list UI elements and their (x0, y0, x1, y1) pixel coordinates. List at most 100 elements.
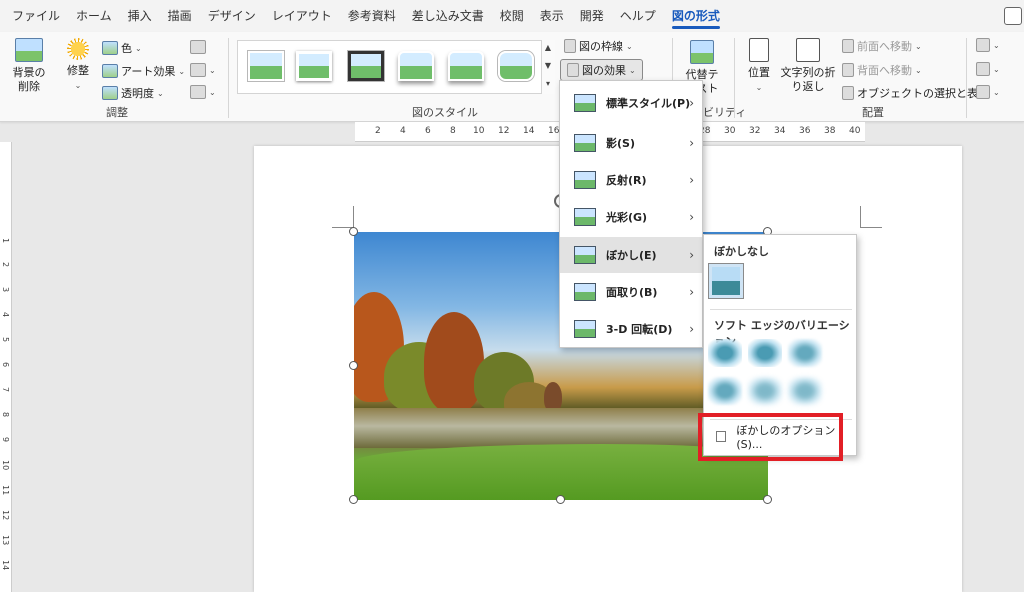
chevron-down-icon: ⌄ (178, 66, 186, 76)
align-button[interactable]: ⌄ (976, 38, 1000, 52)
soft-edge-variation[interactable] (788, 339, 822, 367)
chevron-right-icon: › (689, 173, 694, 187)
menu-item-key: (S) (617, 137, 635, 150)
tab-help[interactable]: ヘルプ (612, 0, 664, 32)
remove-background-button[interactable]: 背景の 削除 (8, 38, 50, 94)
position-label: 位置 (748, 66, 770, 79)
align-icon (976, 38, 990, 52)
chevron-down-icon: ⌄ (209, 87, 216, 97)
compress-pictures-button[interactable] (190, 40, 206, 54)
menu-item-bevel[interactable]: 面取り(B) › (560, 274, 702, 310)
soft-edge-variation[interactable] (748, 377, 782, 405)
menu-item-preset[interactable]: 標準スタイル(P) › (560, 85, 702, 121)
tab-references[interactable]: 参考資料 (340, 0, 404, 32)
bring-forward-icon (842, 39, 854, 53)
ruler-number: 4 (400, 126, 406, 136)
change-picture-button[interactable]: ⌄ (190, 63, 216, 77)
soft-edges-icon (574, 246, 596, 264)
chevron-right-icon: › (689, 136, 694, 150)
style-thumbnail[interactable] (498, 51, 534, 81)
resize-handle[interactable] (349, 361, 358, 370)
ruler-number: 6 (1, 362, 10, 368)
chevron-right-icon: › (689, 96, 694, 110)
resize-handle[interactable] (763, 495, 772, 504)
menu-item-glow[interactable]: 光彩(G) › (560, 199, 702, 235)
chevron-right-icon: › (689, 248, 694, 262)
menu-item-key: (G) (628, 211, 648, 224)
chevron-down-icon: ⌄ (993, 40, 1000, 50)
position-button[interactable]: 位置 ⌄ (742, 38, 776, 95)
no-soft-edge-option[interactable] (708, 263, 744, 299)
wrap-text-label: 文字列の折 り返し (780, 66, 836, 93)
ruler-number: 10 (1, 460, 10, 471)
reset-picture-button[interactable]: ⌄ (190, 85, 216, 99)
tab-layout[interactable]: レイアウト (264, 0, 340, 32)
group-objects-button[interactable]: ⌄ (976, 62, 1000, 76)
resize-handle[interactable] (556, 495, 565, 504)
tab-review[interactable]: 校閲 (492, 0, 532, 32)
tab-developer[interactable]: 開発 (572, 0, 612, 32)
tab-draw[interactable]: 描画 (160, 0, 200, 32)
picture-border-button[interactable]: 図の枠線 ⌄ (564, 38, 633, 54)
vertical-ruler[interactable]: 1 2 3 4 5 6 7 8 9 10 11 12 13 14 (0, 142, 12, 592)
resize-handle[interactable] (349, 495, 358, 504)
corrections-button[interactable]: 修整 ⌄ (60, 38, 96, 93)
gallery-scroll[interactable]: ▲ ▼ ▾ (541, 40, 555, 94)
resize-handle[interactable] (349, 227, 358, 236)
selection-pane-icon (842, 86, 854, 100)
chevron-down-icon: ⌄ (157, 88, 164, 98)
chevron-down-icon: ⌄ (626, 41, 633, 51)
send-backward-label: 背面へ移動 (857, 64, 912, 77)
wrap-text-button[interactable]: 文字列の折 り返し (780, 38, 836, 94)
chevron-down-icon: ⌄ (993, 87, 1000, 97)
tab-mailings[interactable]: 差し込み文書 (404, 0, 492, 32)
style-thumbnail[interactable] (448, 51, 484, 81)
picture-effects-button[interactable]: 図の効果 ⌄ (560, 59, 643, 81)
tab-design[interactable]: デザイン (200, 0, 264, 32)
menu-item-soft-edges[interactable]: ぼかし(E) › (560, 237, 702, 273)
artistic-effects-icon (102, 64, 118, 78)
tab-picture-format[interactable]: 図の形式 (664, 0, 728, 32)
soft-edge-variation[interactable] (788, 377, 822, 405)
chevron-down-icon: ⌄ (135, 43, 142, 53)
menu-item-reflection[interactable]: 反射(R) › (560, 162, 702, 198)
scroll-up-icon[interactable]: ▲ (542, 40, 554, 56)
chevron-down-icon: ⌄ (915, 41, 922, 51)
menu-item-3d-rotation[interactable]: 3-D 回転(D) › (560, 311, 702, 347)
menu-item-key: (E) (639, 249, 657, 262)
soft-edge-variation[interactable] (748, 339, 782, 367)
picture-effects-menu: 標準スタイル(P) › 影(S) › 反射(R) › 光彩(G) › ぼかし(E… (559, 80, 703, 348)
ribbon: 背景の 削除 修整 ⌄ 色 ⌄ アート効果 ⌄ 透明度 ⌄ ⌄ ⌄ 調整 ▲ ▼ ▾ 図… (0, 32, 1024, 122)
menu-item-label: 光彩 (606, 211, 628, 224)
tab-view[interactable]: 表示 (532, 0, 572, 32)
menu-bar: ファイル ホーム 挿入 描画 デザイン レイアウト 参考資料 差し込み文書 校閲… (0, 0, 1024, 32)
tab-file[interactable]: ファイル (4, 0, 68, 32)
position-icon (749, 38, 769, 62)
ruler-number: 32 (749, 126, 761, 136)
picture-border-label: 図の枠線 (579, 40, 623, 53)
compress-icon (190, 40, 206, 54)
soft-edge-variation[interactable] (708, 339, 742, 367)
color-button[interactable]: 色 ⌄ (102, 40, 142, 56)
soft-edge-variation[interactable] (708, 377, 742, 405)
style-thumbnail[interactable] (348, 51, 384, 81)
gallery-more-icon[interactable]: ▾ (542, 76, 554, 92)
artistic-effects-button[interactable]: アート効果 ⌄ (102, 63, 185, 79)
ruler-number: 8 (1, 412, 10, 418)
glow-icon (574, 208, 596, 226)
send-backward-icon (842, 63, 854, 77)
style-thumbnail[interactable] (248, 51, 284, 81)
ruler-number: 2 (375, 126, 381, 136)
style-thumbnail[interactable] (296, 51, 332, 81)
comment-icon[interactable] (1004, 7, 1022, 25)
scroll-down-icon[interactable]: ▼ (542, 58, 554, 74)
tab-insert[interactable]: 挿入 (120, 0, 160, 32)
bring-forward-button[interactable]: 前面へ移動 ⌄ (842, 38, 922, 54)
send-backward-button[interactable]: 背面へ移動 ⌄ (842, 62, 922, 78)
transparency-button[interactable]: 透明度 ⌄ (102, 85, 164, 101)
tab-home[interactable]: ホーム (68, 0, 120, 32)
chevron-down-icon: ⌄ (755, 83, 763, 92)
rotate-button[interactable]: ⌄ (976, 85, 1000, 99)
menu-item-shadow[interactable]: 影(S) › (560, 125, 702, 161)
style-thumbnail[interactable] (398, 51, 434, 81)
